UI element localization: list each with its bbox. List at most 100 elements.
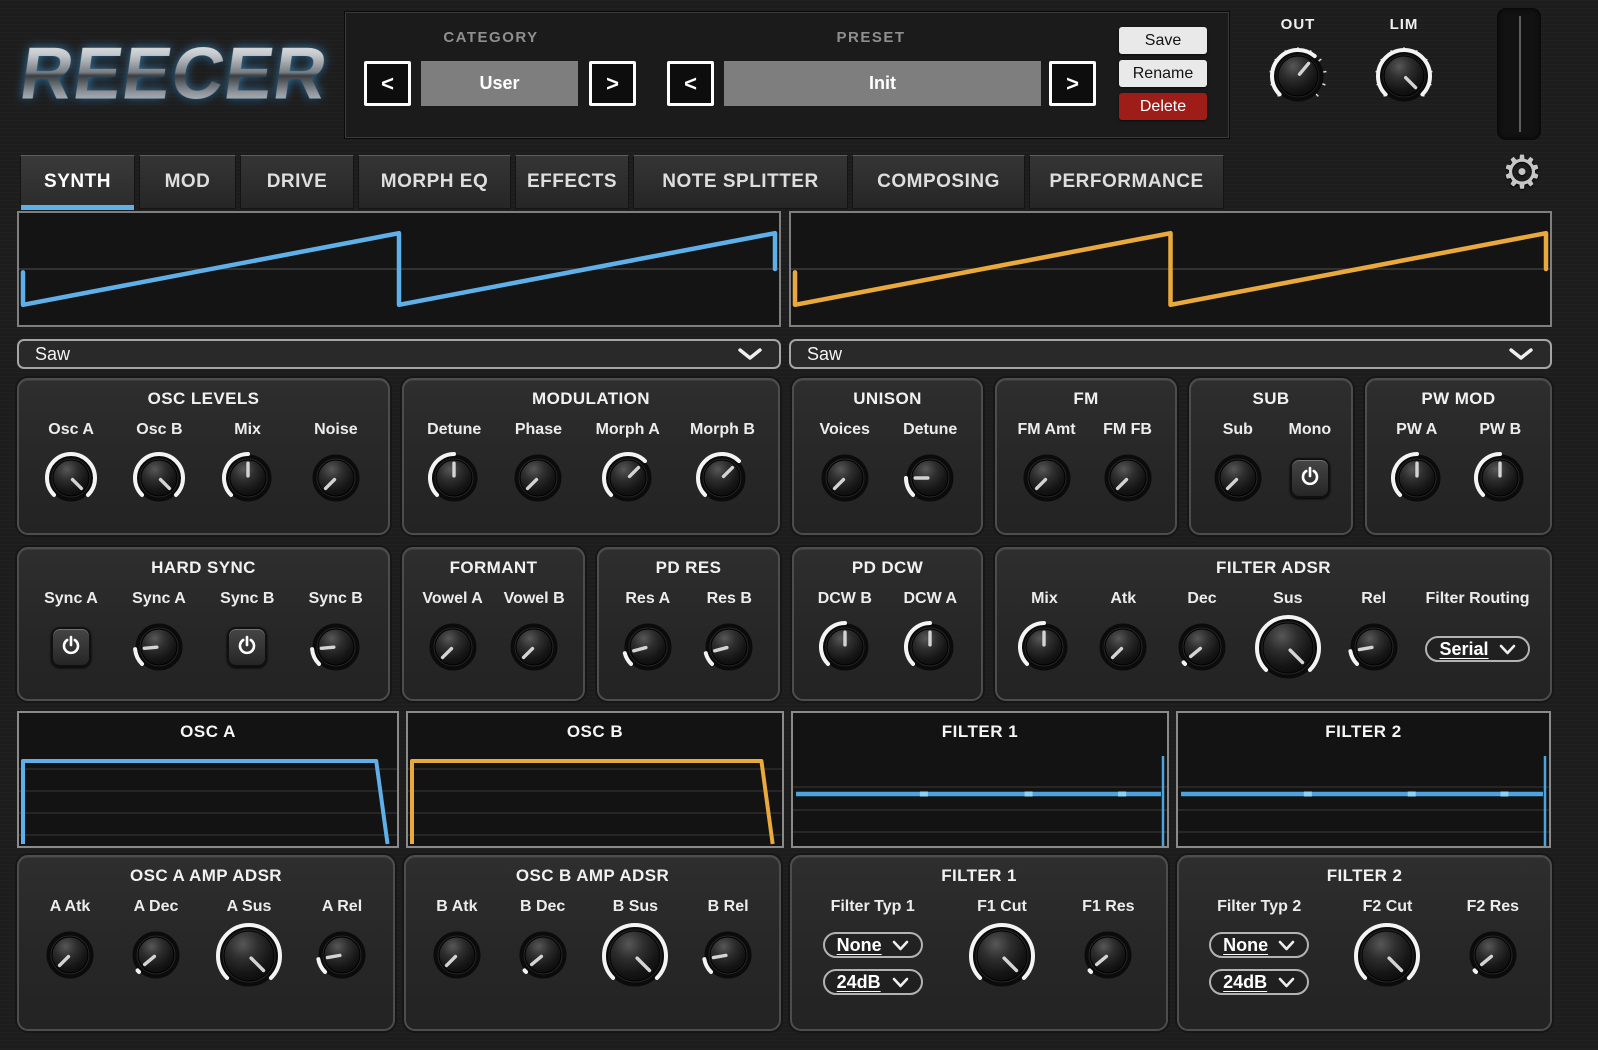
filter-typ-1-select-2[interactable]: 24dB: [823, 969, 923, 995]
osc-b-control: Osc B: [132, 421, 186, 505]
a-dec-knob[interactable]: [129, 928, 183, 982]
category-prev-button[interactable]: <: [364, 61, 411, 106]
osc-b-knob[interactable]: [132, 451, 186, 505]
a-atk-knob[interactable]: [43, 928, 97, 982]
pw-a-knob[interactable]: [1390, 451, 1444, 505]
sync-a-label: Sync A: [132, 590, 186, 608]
f1-cut-knob[interactable]: [968, 922, 1036, 990]
rename-button[interactable]: Rename: [1119, 60, 1207, 87]
preset-next-button[interactable]: >: [1049, 61, 1096, 106]
vowel-b-knob[interactable]: [507, 620, 561, 674]
panel-filter-2: FILTER 2Filter Typ 2None24dBF2 CutF2 Res: [1177, 855, 1552, 1031]
tab-note-splitter[interactable]: NOTE SPLITTER: [633, 155, 848, 209]
delete-button[interactable]: Delete: [1119, 93, 1207, 120]
voices-knob[interactable]: [818, 451, 872, 505]
category-value[interactable]: User: [421, 61, 578, 106]
b-rel-knob[interactable]: [701, 928, 755, 982]
preset-value[interactable]: Init: [724, 61, 1041, 106]
tab-morph-eq[interactable]: MORPH EQ: [358, 155, 511, 209]
a-sus-knob[interactable]: [215, 922, 283, 990]
mix-knob[interactable]: [221, 451, 275, 505]
b-rel-control: B Rel: [701, 898, 755, 982]
phase-knob[interactable]: [511, 451, 565, 505]
filter-routing-select[interactable]: Serial: [1425, 636, 1529, 662]
tab-synth[interactable]: SYNTH: [20, 155, 135, 209]
sync-a-power-button[interactable]: [51, 627, 91, 667]
f2-cut-knob[interactable]: [1353, 922, 1421, 990]
sync-b-knob[interactable]: [309, 620, 363, 674]
tab-performance[interactable]: PERFORMANCE: [1029, 155, 1224, 209]
fm-amt-control: FM Amt: [1017, 421, 1075, 505]
tab-drive[interactable]: DRIVE: [240, 155, 354, 209]
morph-a-knob[interactable]: [601, 451, 655, 505]
morph-b-knob[interactable]: [695, 451, 749, 505]
out-knob[interactable]: [1269, 47, 1327, 105]
brand-logo: REECER: [12, 22, 337, 126]
display-title: OSC A: [19, 722, 397, 742]
noise-knob[interactable]: [309, 451, 363, 505]
tab-composing[interactable]: COMPOSING: [852, 155, 1025, 209]
osc-a-knob[interactable]: [44, 451, 98, 505]
panel-title: MODULATION: [404, 389, 778, 409]
tab-mod[interactable]: MOD: [139, 155, 236, 209]
vowel-a-knob[interactable]: [426, 620, 480, 674]
fm-fb-knob[interactable]: [1101, 451, 1155, 505]
panel-title: HARD SYNC: [19, 558, 388, 578]
dcw-b-knob[interactable]: [818, 620, 872, 674]
panel-controls: FM Amt FM FB: [997, 421, 1175, 533]
dcw-b-control: DCW B: [818, 590, 872, 674]
preset-prev-button[interactable]: <: [667, 61, 714, 106]
b-dec-knob[interactable]: [516, 928, 570, 982]
res-a-knob[interactable]: [621, 620, 675, 674]
b-sus-knob[interactable]: [601, 922, 669, 990]
a-rel-knob[interactable]: [315, 928, 369, 982]
f2-res-knob[interactable]: [1466, 928, 1520, 982]
pw-b-knob[interactable]: [1473, 451, 1527, 505]
filter-typ-1-select-1[interactable]: None: [823, 932, 923, 958]
panel-formant: FORMANTVowel AVowel B: [402, 547, 585, 701]
fm-amt-label: FM Amt: [1017, 421, 1075, 439]
sus-knob[interactable]: [1254, 614, 1322, 682]
tab-label: MOD: [165, 171, 211, 193]
mix-label: Mix: [234, 421, 261, 439]
chevron-down-icon: [737, 347, 763, 361]
f1-cut-label: F1 Cut: [977, 898, 1027, 916]
mix-knob[interactable]: [1017, 620, 1071, 674]
lim-knob[interactable]: [1375, 47, 1433, 105]
detune-control: Detune: [903, 421, 957, 505]
sub-knob[interactable]: [1211, 451, 1265, 505]
panel-filter-1: FILTER 1Filter Typ 1None24dBF1 CutF1 Res: [790, 855, 1168, 1031]
fm-fb-control: FM FB: [1101, 421, 1155, 505]
filter-routing-select-value: Serial: [1439, 639, 1488, 660]
b-atk-knob[interactable]: [430, 928, 484, 982]
atk-knob[interactable]: [1096, 620, 1150, 674]
osc-b-wave-select[interactable]: Saw: [789, 339, 1552, 369]
category-next-button[interactable]: >: [589, 61, 636, 106]
sync-a-knob[interactable]: [132, 620, 186, 674]
mono-power-button[interactable]: [1290, 458, 1330, 498]
panel-controls: B AtkB DecB SusB Rel: [406, 898, 779, 1029]
osc-a-wave-value: Saw: [35, 344, 70, 365]
lim-label: LIM: [1390, 16, 1419, 33]
f1-res-knob[interactable]: [1081, 928, 1135, 982]
filter-typ-2-select-1[interactable]: None: [1209, 932, 1309, 958]
settings-gear-icon[interactable]: ⚙: [1496, 146, 1548, 198]
dcw-a-knob[interactable]: [903, 620, 957, 674]
res-b-knob[interactable]: [702, 620, 756, 674]
save-button[interactable]: Save: [1119, 27, 1207, 54]
dec-knob[interactable]: [1175, 620, 1229, 674]
fm-amt-knob[interactable]: [1020, 451, 1074, 505]
res-b-control: Res B: [702, 590, 756, 674]
phase-control: Phase: [511, 421, 565, 505]
sync-b-power-button[interactable]: [227, 627, 267, 667]
filter-typ-2-select-2[interactable]: 24dB: [1209, 969, 1309, 995]
rel-knob[interactable]: [1347, 620, 1401, 674]
osc-a-control: Osc A: [44, 421, 98, 505]
osc-a-wave-select[interactable]: Saw: [17, 339, 781, 369]
dcw-a-control: DCW A: [903, 590, 957, 674]
tab-effects[interactable]: EFFECTS: [515, 155, 629, 209]
detune-knob[interactable]: [427, 451, 481, 505]
detune-knob[interactable]: [903, 451, 957, 505]
lim-knob-block: LIM: [1356, 16, 1452, 105]
osc-a-waveform-display: [17, 211, 781, 327]
